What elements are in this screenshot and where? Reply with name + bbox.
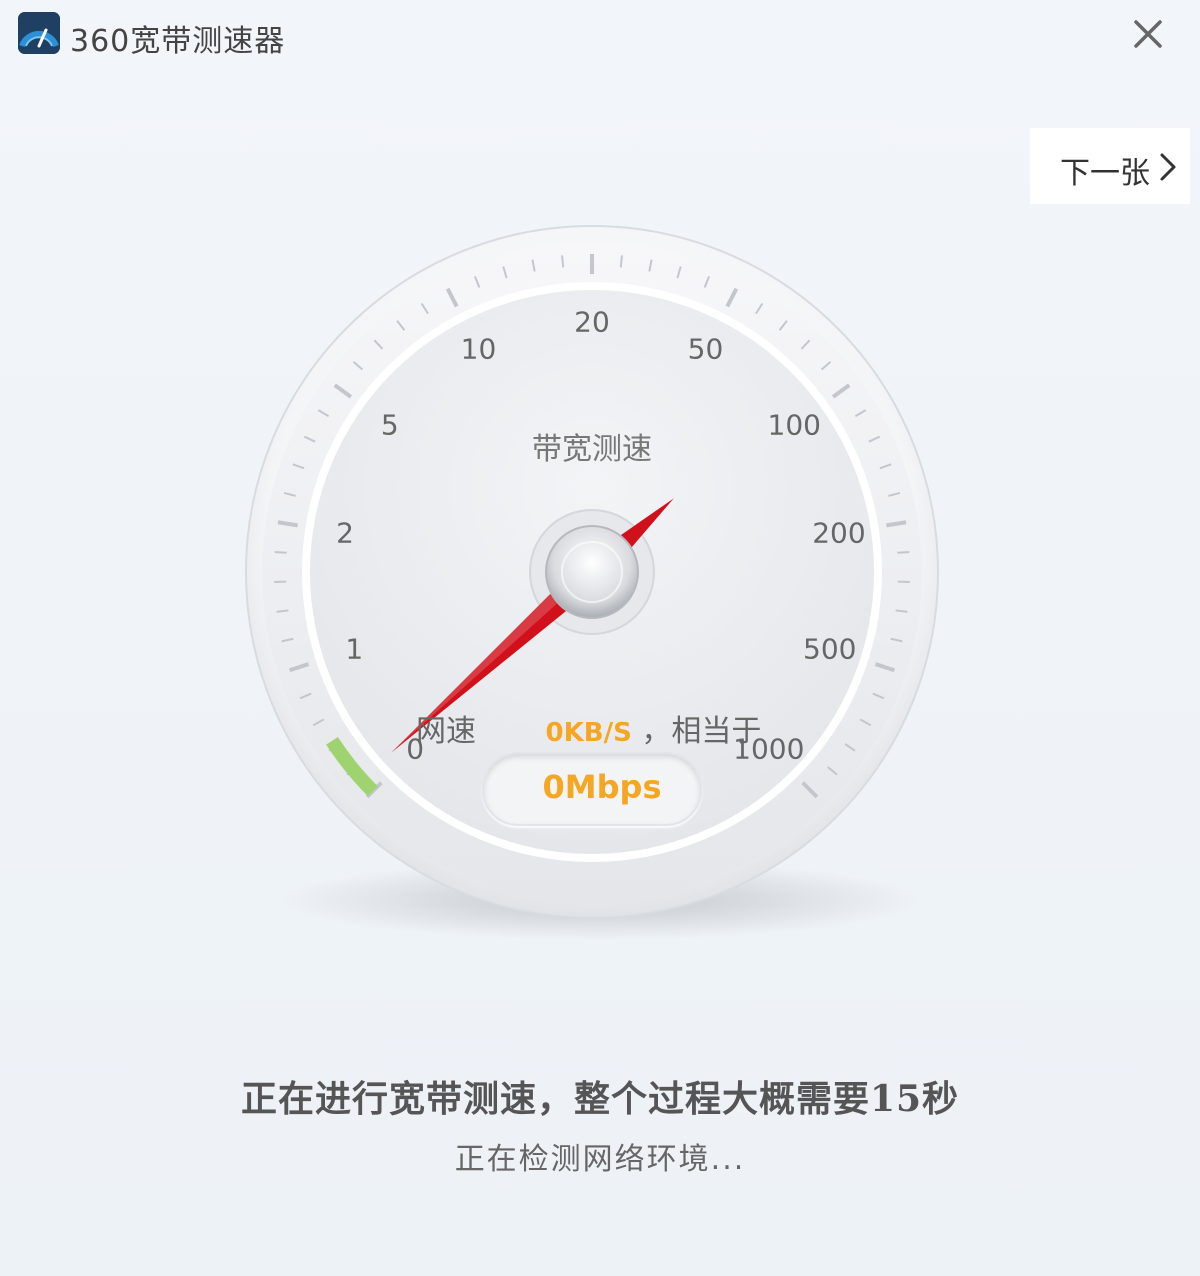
- speedometer-logo-icon: [18, 12, 60, 54]
- gauge-scale-label: 10: [460, 332, 497, 366]
- speed-suffix: ，相当于: [641, 714, 762, 749]
- chevron-right-icon: [1160, 153, 1176, 181]
- gauge-scale-label: 1: [345, 632, 364, 666]
- status-message: 正在进行宽带测速，整个过程大概需要15秒: [240, 1078, 960, 1120]
- gauge-title: 带宽测速: [532, 432, 652, 467]
- gauge-scale-label: 2: [336, 516, 354, 550]
- gauge-tick: [561, 255, 565, 268]
- app-title: 360宽带测速器: [70, 24, 286, 59]
- gauge-tick: [619, 255, 623, 268]
- speed-test-window: 360宽带测速器 下一张 0 1 2 5 10 20 50 100 200 50…: [0, 0, 1200, 1276]
- mbps-display: 0Mbps: [482, 752, 702, 826]
- gauge-scale-label: 200: [812, 516, 866, 550]
- gauge-scale-label: 20: [574, 305, 610, 339]
- speed-readout-row: 网速 0KB/S ，相当于: [416, 706, 761, 750]
- gauge-tick: [274, 551, 287, 554]
- speed-mbps-value: 0Mbps: [542, 768, 662, 806]
- next-button[interactable]: 下一张: [1030, 128, 1190, 204]
- close-button[interactable]: [1128, 14, 1168, 54]
- gauge-tick: [897, 551, 910, 554]
- next-button-label: 下一张: [1060, 156, 1150, 191]
- gauge-scale-label: 5: [380, 408, 399, 442]
- status-detail: 正在检测网络环境...: [454, 1142, 746, 1177]
- speed-label: 网速: [416, 714, 476, 749]
- speed-gauge: 0 1 2 5 10 20 50 100 200 500 1000 带宽测速 网速 0KB/S ，相…: [220, 200, 980, 960]
- gauge-scale-label: 500: [803, 632, 857, 666]
- title-bar[interactable]: 360宽带测速器: [0, 0, 1200, 72]
- close-icon: [1134, 20, 1162, 48]
- gauge-scale-label: 50: [687, 332, 724, 366]
- speed-kbs-value: 0KB/S: [545, 718, 632, 748]
- gauge-scale-label: 100: [767, 408, 821, 442]
